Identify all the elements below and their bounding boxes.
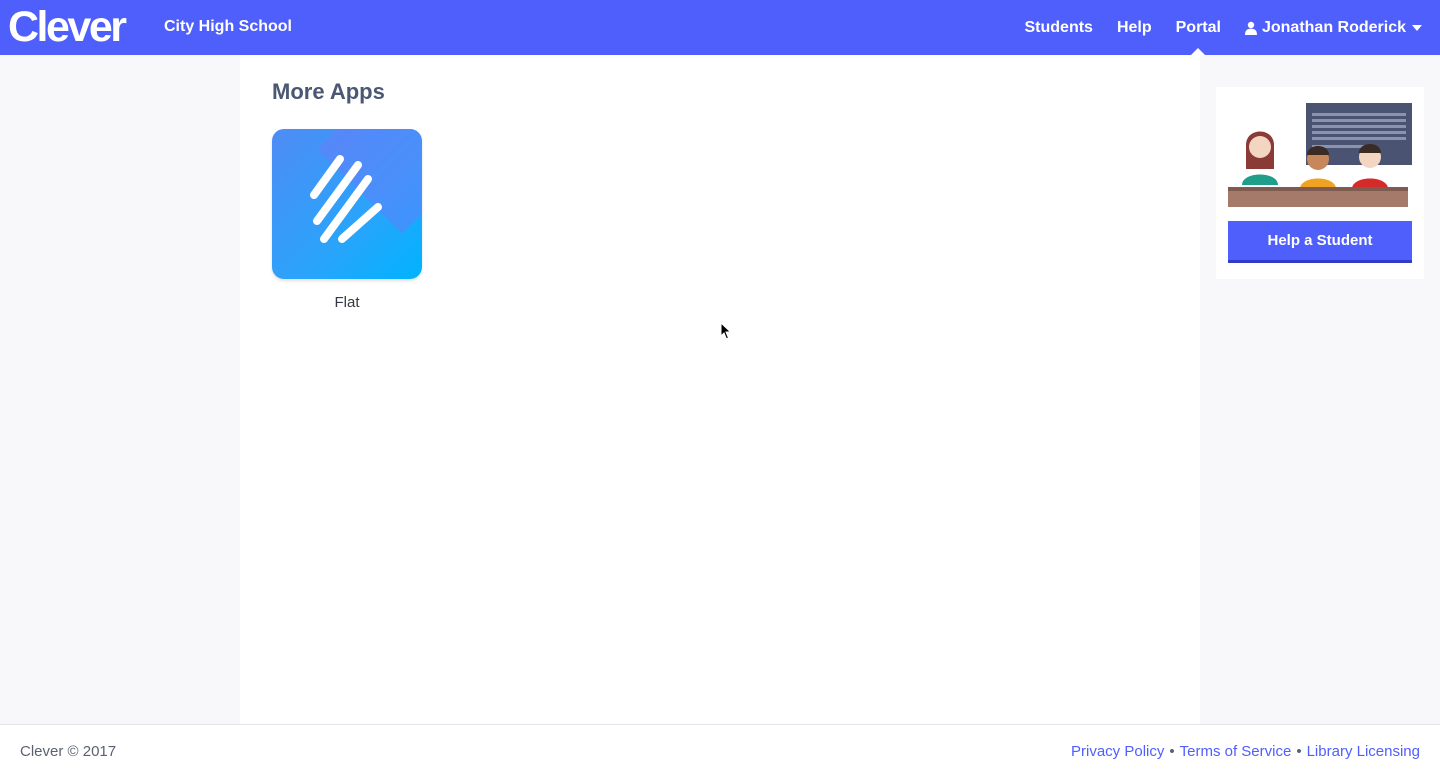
user-name: Jonathan Roderick: [1261, 18, 1406, 36]
help-a-student-button[interactable]: Help a Student: [1228, 221, 1412, 263]
clever-logo[interactable]: Clever: [8, 3, 127, 51]
school-name[interactable]: City High School: [164, 18, 292, 36]
section-title: More Apps: [272, 79, 385, 104]
classroom-illustration: [1228, 103, 1412, 207]
terms-of-service-link[interactable]: Terms of Service: [1180, 743, 1292, 760]
footer-separator: •: [1169, 743, 1175, 760]
main-content: More Apps Flat: [240, 55, 1200, 724]
header-nav: Students Help Portal Jonathan Roderick: [1001, 0, 1422, 55]
footer-links: Privacy Policy • Terms of Service • Libr…: [1071, 743, 1420, 760]
footer: Clever © 2017 Privacy Policy • Terms of …: [0, 724, 1440, 780]
user-menu[interactable]: Jonathan Roderick: [1244, 0, 1422, 55]
footer-separator: •: [1296, 743, 1302, 760]
nav-help[interactable]: Help: [1117, 0, 1152, 55]
flat-app-icon: [310, 155, 382, 243]
nav-students[interactable]: Students: [1025, 0, 1093, 55]
copyright-text: Clever © 2017: [20, 743, 117, 760]
mouse-cursor-icon: [720, 322, 732, 340]
privacy-policy-link[interactable]: Privacy Policy: [1071, 743, 1164, 760]
app-label-flat[interactable]: Flat: [272, 294, 422, 311]
chevron-down-icon: [1412, 24, 1422, 31]
flat-app-tile[interactable]: [272, 129, 422, 279]
help-a-student-card: Help a Student: [1216, 87, 1424, 279]
top-navigation-bar: Clever City High School Students Help Po…: [0, 0, 1440, 55]
library-licensing-link[interactable]: Library Licensing: [1307, 743, 1420, 760]
nav-portal[interactable]: Portal: [1176, 0, 1221, 55]
user-icon: [1244, 21, 1257, 35]
